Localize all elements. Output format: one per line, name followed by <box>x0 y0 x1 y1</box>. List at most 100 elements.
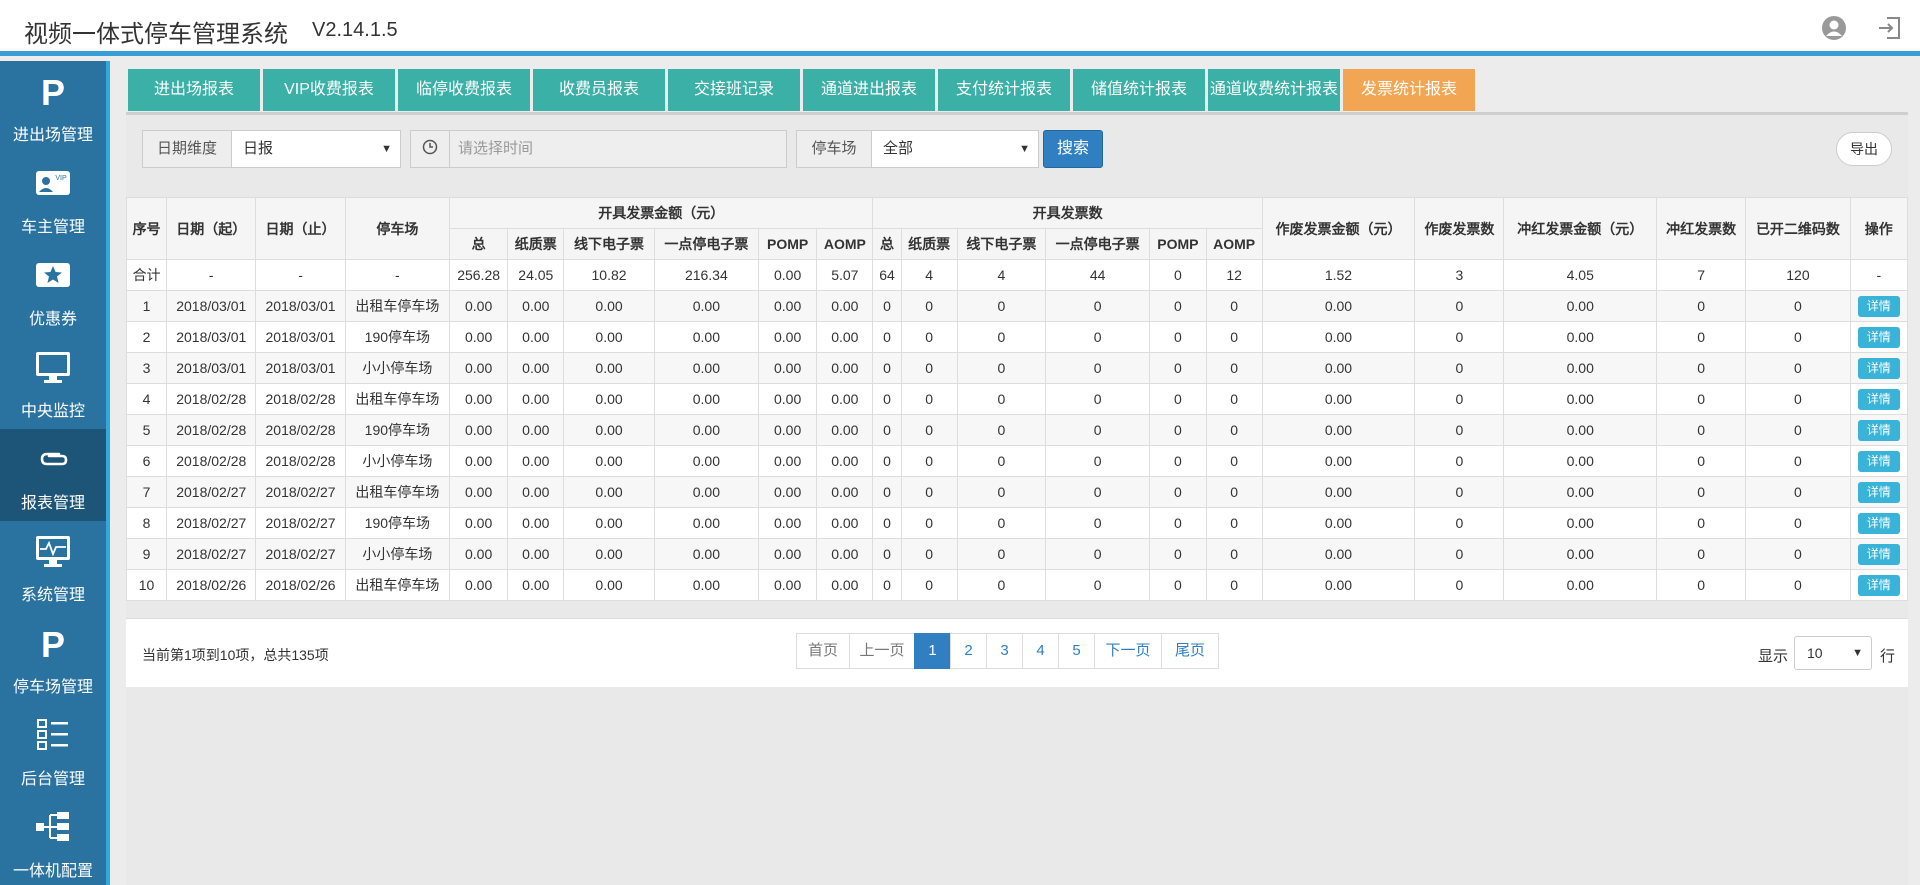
table-cell: 10 <box>125 569 168 601</box>
col-index[interactable]: 序号 <box>125 197 168 260</box>
sub-col-header[interactable]: 总 <box>872 228 902 260</box>
detail-button[interactable]: 详情 <box>1857 574 1900 596</box>
sub-col-header[interactable]: POMP <box>758 228 818 260</box>
caret-down-icon: ▼ <box>1852 647 1863 659</box>
table-cell: 0 <box>1414 290 1505 322</box>
table-cell: 0.00 <box>758 538 818 570</box>
sub-col-header[interactable]: AOMP <box>816 228 874 260</box>
table-cell: 0.00 <box>507 538 565 570</box>
page-first-button[interactable]: 首页 <box>796 633 850 669</box>
table-cell: 0 <box>1414 476 1505 508</box>
sub-col-header[interactable]: 一点停电子票 <box>653 228 760 260</box>
parking-lot-select[interactable]: 全部 ▼ <box>871 130 1039 168</box>
col-date-end[interactable]: 日期（止） <box>255 197 346 260</box>
table-cell: 3 <box>125 352 168 384</box>
sub-col-header[interactable]: AOMP <box>1205 228 1263 260</box>
page-button[interactable]: 2 <box>950 633 987 669</box>
page-next-button[interactable]: 下一页 <box>1094 633 1162 669</box>
tab-lane-report[interactable]: 通道进出报表 <box>803 69 935 111</box>
table-cell: 0 <box>872 569 902 601</box>
export-button[interactable]: 导出 <box>1836 132 1892 166</box>
tab-temp-fee-report[interactable]: 临停收费报表 <box>398 69 530 111</box>
table-cell: 0 <box>1205 445 1263 477</box>
table-cell: 2018/02/28 <box>255 445 346 477</box>
tab-shift-handover[interactable]: 交接班记录 <box>668 69 800 111</box>
sub-col-header[interactable]: 总 <box>449 228 509 260</box>
col-void-amount[interactable]: 作废发票金额（元） <box>1261 197 1416 260</box>
table-cell: 0.00 <box>449 476 509 508</box>
detail-button[interactable]: 详情 <box>1857 295 1900 317</box>
col-void-count[interactable]: 作废发票数 <box>1414 197 1505 260</box>
col-qr-count[interactable]: 已开二维码数 <box>1745 197 1851 260</box>
user-icon[interactable] <box>1820 14 1848 42</box>
sub-col-header[interactable]: 线下电子票 <box>956 228 1046 260</box>
tab-lane-fee-stats[interactable]: 通道收费统计报表 <box>1208 69 1340 111</box>
tab-invoice-stats[interactable]: 发票统计报表 <box>1343 69 1475 111</box>
table-cell: 0 <box>1655 445 1747 477</box>
table-cell: 0.00 <box>1503 445 1657 477</box>
sidebar-item-owners[interactable]: VIP 车主管理 <box>0 153 106 245</box>
total-cell: 3 <box>1414 259 1505 291</box>
page-button[interactable]: 5 <box>1058 633 1095 669</box>
col-red-amount[interactable]: 冲红发票金额（元） <box>1503 197 1657 260</box>
date-dimension-value: 日报 <box>243 140 274 157</box>
page-button[interactable]: 3 <box>986 633 1023 669</box>
sidebar-item-parking-lots[interactable]: P 停车场管理 <box>0 613 106 705</box>
page-last-button[interactable]: 尾页 <box>1161 633 1219 669</box>
sub-col-header[interactable]: 线下电子票 <box>563 228 655 260</box>
total-cell: 0.00 <box>758 259 818 291</box>
table-cell: 0 <box>1205 507 1263 539</box>
table-cell: 0.00 <box>816 538 874 570</box>
page-button[interactable]: 4 <box>1022 633 1059 669</box>
logout-icon[interactable] <box>1876 14 1904 42</box>
sidebar-item-entry-exit[interactable]: P 进出场管理 <box>0 61 106 153</box>
tab-vip-fee-report[interactable]: VIP收费报表 <box>263 69 395 111</box>
detail-button[interactable]: 详情 <box>1857 481 1900 503</box>
detail-button[interactable]: 详情 <box>1857 326 1900 348</box>
sidebar-item-coupons[interactable]: 优惠券 <box>0 245 106 337</box>
page-size-select[interactable]: 10 ▼ <box>1794 636 1872 670</box>
table-cell: 0 <box>872 507 902 539</box>
tab-cashier-report[interactable]: 收费员报表 <box>533 69 665 111</box>
table-cell: 0 <box>956 569 1046 601</box>
sidebar-item-system[interactable]: 系统管理 <box>0 521 106 613</box>
table-cell: 0 <box>1655 569 1747 601</box>
sub-col-header[interactable]: 纸质票 <box>507 228 565 260</box>
detail-button[interactable]: 详情 <box>1857 388 1900 410</box>
total-cell: 44 <box>1044 259 1151 291</box>
detail-button[interactable]: 详情 <box>1857 357 1900 379</box>
sub-col-header[interactable]: 一点停电子票 <box>1044 228 1151 260</box>
tab-payment-stats[interactable]: 支付统计报表 <box>938 69 1070 111</box>
table-cell: 0.00 <box>449 414 509 446</box>
sub-col-header[interactable]: POMP <box>1149 228 1207 260</box>
col-parking-lot[interactable]: 停车场 <box>344 197 451 260</box>
page-button[interactable]: 1 <box>914 633 951 669</box>
total-cell: 216.34 <box>653 259 760 291</box>
sidebar-item-device-config[interactable]: 一体机配置 <box>0 797 106 885</box>
table-cell: 0.00 <box>1503 383 1657 415</box>
table-cell: 2018/02/28 <box>255 383 346 415</box>
detail-button[interactable]: 详情 <box>1857 543 1900 565</box>
table-cell: 0.00 <box>653 321 760 353</box>
col-red-count[interactable]: 冲红发票数 <box>1655 197 1747 260</box>
sub-col-header[interactable]: 纸质票 <box>900 228 958 260</box>
table-cell: 0.00 <box>1261 445 1416 477</box>
sidebar-item-backend[interactable]: 后台管理 <box>0 705 106 797</box>
search-button[interactable]: 搜索 <box>1043 130 1103 168</box>
svg-text:P: P <box>41 73 65 109</box>
detail-button[interactable]: 详情 <box>1857 450 1900 472</box>
tab-stored-value-stats[interactable]: 储值统计报表 <box>1073 69 1205 111</box>
table-cell: 0.00 <box>758 321 818 353</box>
sidebar-item-reports[interactable]: 报表管理 <box>0 429 106 521</box>
sidebar-item-central-monitor[interactable]: 中央监控 <box>0 337 106 429</box>
col-date-start[interactable]: 日期（起） <box>166 197 257 260</box>
table-cell: 0.00 <box>507 290 565 322</box>
date-dimension-select[interactable]: 日报 ▼ <box>231 130 401 168</box>
page-prev-button[interactable]: 上一页 <box>849 633 915 669</box>
table-cell: 0.00 <box>816 569 874 601</box>
detail-button[interactable]: 详情 <box>1857 512 1900 534</box>
tab-entry-exit-report[interactable]: 进出场报表 <box>128 69 260 111</box>
detail-button[interactable]: 详情 <box>1857 419 1900 441</box>
time-range-input[interactable]: 请选择时间 <box>449 130 787 168</box>
table-cell: 0 <box>1745 476 1851 508</box>
